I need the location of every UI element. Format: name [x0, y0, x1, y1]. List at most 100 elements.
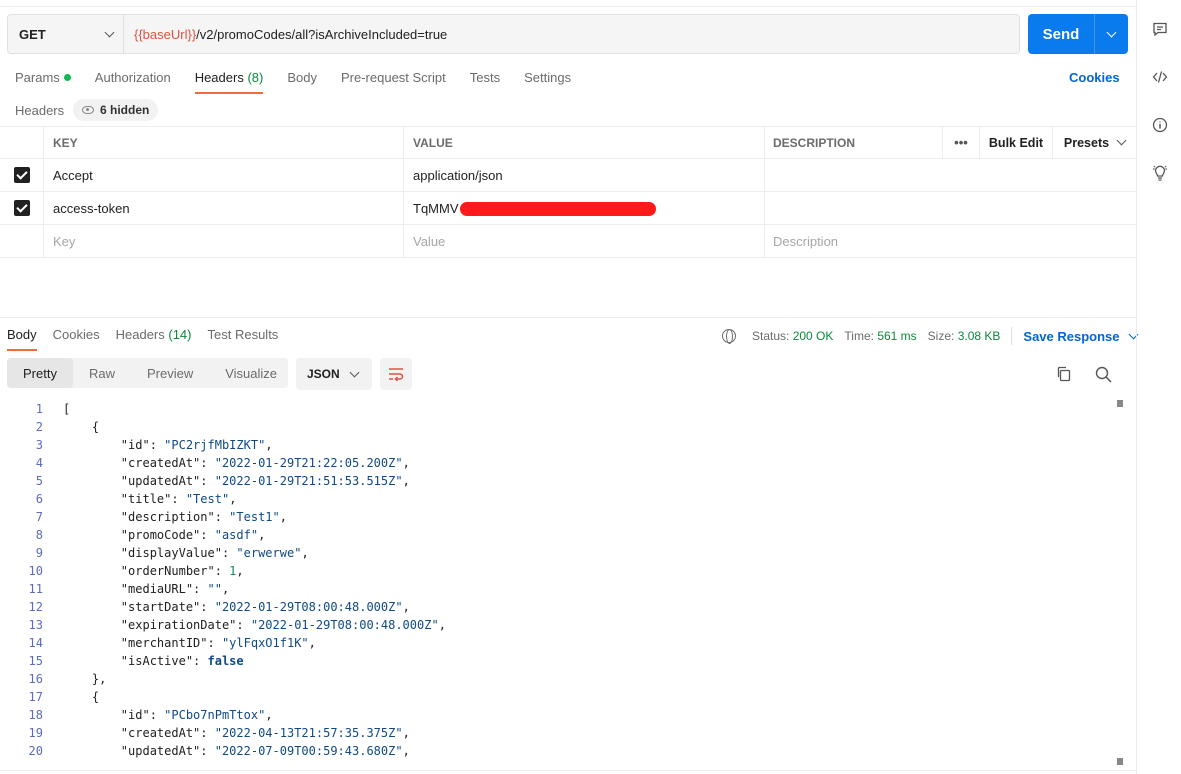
copy-icon[interactable]	[1056, 366, 1072, 382]
line-number: 2	[35, 420, 43, 434]
status-text[interactable]: Status: 200 OK	[752, 329, 833, 343]
code-line: 14 "merchantID": "ylFqxO1f1K",	[0, 634, 1114, 652]
key-input[interactable]: Key	[44, 225, 404, 257]
table-row: access-token TqMMV	[0, 192, 1136, 225]
description-input[interactable]: Description	[765, 225, 1136, 257]
method-select[interactable]: GET	[8, 15, 124, 53]
code-token: "2022-07-09T00:59:43.680Z"	[214, 744, 403, 758]
description-cell[interactable]	[765, 159, 1136, 191]
globe-icon[interactable]	[722, 329, 736, 344]
code-token: ,	[402, 456, 410, 470]
info-icon[interactable]	[1152, 117, 1168, 133]
tab-body[interactable]: Body	[287, 70, 317, 94]
code-line: 19 "createdAt": "2022-04-13T21:57:35.375…	[0, 724, 1114, 742]
presets-label: Presets	[1063, 135, 1110, 150]
code-token: ,	[402, 744, 410, 758]
lightbulb-icon[interactable]	[1152, 165, 1168, 181]
view-pretty[interactable]: Pretty	[7, 358, 73, 388]
tab-test-results[interactable]: Test Results	[208, 327, 279, 351]
code-text: "createdAt": "2022-04-13T21:57:35.375Z",	[43, 724, 410, 742]
view-raw[interactable]: Raw	[73, 358, 131, 388]
line-number: 10	[28, 564, 43, 578]
code-token: "2022-01-29T08:00:48.000Z"	[214, 600, 403, 614]
code-token: "2022-01-29T08:00:48.000Z"	[250, 618, 439, 632]
send-dropdown-button[interactable]	[1095, 14, 1128, 54]
tab-tests[interactable]: Tests	[470, 70, 500, 94]
chevron-down-icon	[1106, 27, 1117, 37]
code-text: "promoCode": "asdf",	[43, 526, 266, 544]
send-button[interactable]: Send	[1028, 14, 1095, 54]
wrap-lines-button[interactable]	[380, 358, 412, 390]
more-options-button[interactable]: •••	[943, 127, 980, 158]
code-token: "Test1"	[229, 510, 280, 524]
code-line: 15 "isActive": false	[0, 652, 1114, 670]
time-text[interactable]: Time: 561 ms	[844, 329, 916, 343]
code-icon[interactable]	[1152, 69, 1168, 85]
scroll-up-arrow[interactable]	[1117, 400, 1123, 407]
tab-response-headers[interactable]: Headers (14)	[116, 327, 192, 351]
code-token: :	[236, 618, 251, 632]
pane-divider[interactable]	[0, 317, 1136, 318]
code-line: 4 "createdAt": "2022-01-29T21:22:05.200Z…	[0, 454, 1114, 472]
save-response-button[interactable]: Save Response	[1023, 329, 1138, 344]
value-cell[interactable]: TqMMV	[404, 192, 765, 224]
description-cell[interactable]	[765, 192, 1136, 224]
response-tabs: Body Cookies Headers (14) Test Results	[7, 327, 294, 351]
view-preview[interactable]: Preview	[131, 358, 209, 388]
code-line: 10 "orderNumber": 1,	[0, 562, 1114, 580]
enabled-checkbox[interactable]	[13, 200, 30, 216]
code-line: 5 "updatedAt": "2022-01-29T21:51:53.515Z…	[0, 472, 1114, 490]
line-number: 1	[35, 402, 43, 416]
code-line: 16 },	[0, 670, 1114, 688]
code-token: :	[207, 636, 222, 650]
editor-scrollbar[interactable]	[1114, 398, 1126, 768]
comment-icon[interactable]	[1152, 21, 1168, 37]
line-number: 11	[28, 582, 43, 596]
view-visualize[interactable]: Visualize	[209, 358, 293, 388]
hidden-headers-toggle[interactable]: 6 hidden	[73, 99, 159, 121]
tab-prerequest-script[interactable]: Pre-request Script	[341, 70, 446, 94]
line-number: 8	[35, 528, 43, 542]
key-cell[interactable]: Accept	[44, 159, 404, 191]
tab-label: Headers	[115, 327, 165, 342]
url-input[interactable]: {{baseUrl}}/v2/promoCodes/all?isArchiveI…	[124, 27, 447, 42]
code-token: :	[200, 744, 215, 758]
cookies-link[interactable]: Cookies	[1069, 70, 1120, 85]
size-text[interactable]: Size: 3.08 KB	[928, 329, 1001, 343]
key-cell[interactable]: access-token	[44, 192, 404, 224]
line-number: 13	[28, 618, 43, 632]
table-row-empty: Key Value Description	[0, 225, 1136, 258]
time-value: 561 ms	[877, 329, 917, 343]
tab-response-body[interactable]: Body	[7, 327, 37, 351]
code-token: false	[207, 654, 244, 668]
scroll-down-arrow[interactable]	[1117, 758, 1123, 765]
code-token: :	[149, 708, 165, 722]
value-cell[interactable]: application/json	[404, 159, 765, 191]
code-token: "Test"	[185, 492, 230, 506]
code-token: :	[193, 654, 208, 668]
value-input[interactable]: Value	[404, 225, 765, 257]
code-token: "createdAt"	[63, 726, 201, 740]
code-token: ,	[438, 618, 446, 632]
token-value: TqMMV	[413, 200, 459, 216]
line-number: 15	[28, 654, 43, 668]
line-number: 14	[28, 636, 43, 650]
tab-settings[interactable]: Settings	[524, 70, 571, 94]
response-body-editor[interactable]: 1[2 {3 "id": "PC2rjfMbIZKT", 4 "createdAt…	[0, 400, 1114, 766]
tab-params[interactable]: Params	[15, 70, 71, 94]
tab-response-cookies[interactable]: Cookies	[53, 327, 100, 351]
bulk-edit-button[interactable]: Bulk Edit	[980, 127, 1053, 158]
params-active-dot	[63, 74, 71, 81]
url-path: /v2/promoCodes/all?isArchiveIncluded=tru…	[196, 26, 448, 42]
view-mode-tabs: Pretty Raw Preview Visualize	[7, 358, 288, 388]
search-icon[interactable]	[1095, 366, 1112, 383]
code-token: {	[63, 420, 100, 434]
tab-headers[interactable]: Headers (8)	[194, 70, 263, 94]
code-token: "mediaURL"	[63, 582, 194, 596]
format-select[interactable]: JSON	[296, 358, 372, 390]
code-text: "isActive": false	[43, 652, 244, 670]
presets-dropdown[interactable]: Presets	[1053, 127, 1136, 158]
tab-authorization[interactable]: Authorization	[95, 70, 171, 94]
code-token: "merchantID"	[63, 636, 208, 650]
enabled-checkbox[interactable]	[13, 167, 30, 183]
